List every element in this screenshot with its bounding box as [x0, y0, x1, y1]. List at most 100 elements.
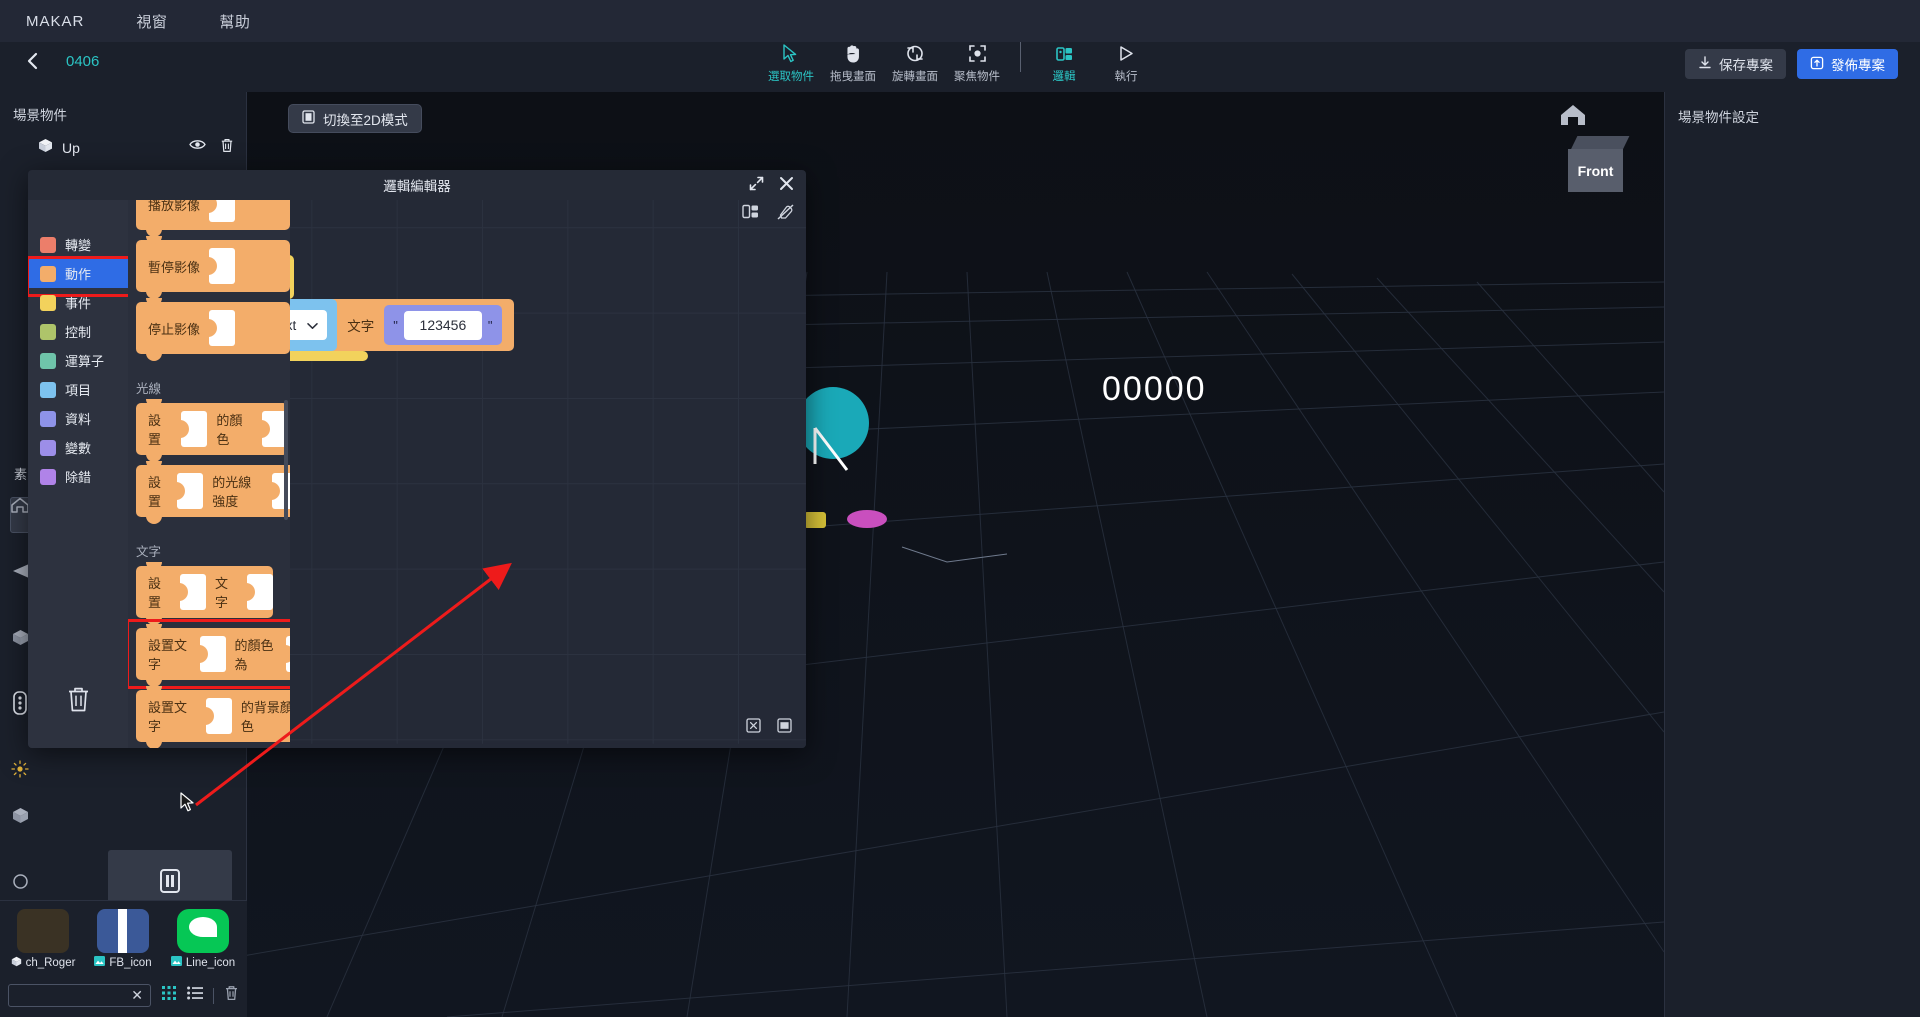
window-box-icon[interactable]: [777, 718, 792, 738]
block-socket[interactable]: [246, 574, 273, 610]
tool-pan-view[interactable]: 拖曳畫面: [822, 36, 884, 84]
image-icon: [170, 956, 182, 969]
category-swatch: [40, 352, 56, 369]
block-socket[interactable]: [208, 200, 236, 222]
block-socket[interactable]: [180, 411, 208, 447]
viewport-object-ellipse[interactable]: [847, 510, 887, 528]
view-cube-front[interactable]: Front: [1568, 149, 1623, 192]
tool-focus-object[interactable]: 聚焦物件: [946, 36, 1008, 84]
search-input[interactable]: ✕: [8, 984, 151, 1007]
close-icon[interactable]: [779, 176, 794, 194]
expand-icon[interactable]: [749, 176, 764, 194]
home-icon[interactable]: [1557, 100, 1589, 133]
palette-block-pause-video[interactable]: 暫停影像: [136, 236, 290, 299]
viewport-object-plane[interactable]: [804, 512, 826, 528]
category-swatch: [40, 468, 56, 485]
workspace-inner-object-block[interactable]: 字物件 Text: [290, 299, 338, 351]
block-socket[interactable]: [204, 698, 232, 734]
asset-item-ch-roger[interactable]: ch_Roger: [6, 909, 80, 970]
close-icon[interactable]: ✕: [131, 987, 143, 1004]
palette-block-set-text-color[interactable]: 設置文字 的顏色為: [128, 619, 290, 689]
category-data[interactable]: 資料: [28, 404, 128, 433]
asset-thumbnail[interactable]: [17, 909, 69, 953]
block-notch: [146, 624, 162, 632]
back-chevron-icon[interactable]: [22, 50, 44, 72]
flyout-scrollbar[interactable]: [284, 400, 288, 520]
dropdown-value: Text: [290, 317, 297, 333]
palette-block-play-video[interactable]: 播放影像: [136, 200, 290, 237]
block-canvas[interactable]: Text 字物件 Text: [290, 200, 806, 748]
block-socket[interactable]: [179, 574, 206, 610]
tool-select-object[interactable]: 選取物件: [760, 36, 822, 84]
layout-blocks-icon[interactable]: [742, 204, 759, 225]
palette-block-stop-video[interactable]: 停止影像: [136, 298, 290, 361]
project-name[interactable]: 0406: [66, 53, 99, 70]
tool-run[interactable]: 執行: [1095, 36, 1157, 84]
viewport-text-object[interactable]: 00000: [1102, 370, 1207, 409]
tool-label: 聚焦物件: [954, 71, 1000, 83]
category-event[interactable]: 事件: [28, 288, 128, 317]
scene-object-row-up[interactable]: Up: [0, 132, 246, 164]
eraser-slash-icon[interactable]: [777, 204, 794, 225]
toolbar-divider: [1020, 42, 1021, 72]
block-socket[interactable]: [176, 473, 204, 509]
block-notch: [146, 399, 162, 407]
quote-close: ": [487, 317, 493, 333]
rail-cube2-icon[interactable]: [0, 782, 40, 848]
logic-editor-titlebar: 邏輯編輯器: [28, 170, 806, 200]
block-flyout[interactable]: 播放影像 暫停影像 停止影像 光線 設置 的顏色 設置 的光線強度 文字 設置 …: [128, 200, 290, 748]
menu-brand[interactable]: MAKAR: [26, 13, 84, 30]
grid-view-icon[interactable]: [161, 985, 177, 1006]
trash-icon[interactable]: [220, 138, 234, 158]
block-socket[interactable]: [208, 310, 236, 346]
publish-project-button[interactable]: 發佈專案: [1797, 49, 1898, 79]
block-notch: [146, 562, 162, 570]
palette-block-set-color[interactable]: 設置 的顏色: [136, 399, 288, 462]
menu-item-window[interactable]: 視窗: [136, 11, 167, 32]
category-label: 資料: [65, 412, 92, 427]
workspace-block-set-text[interactable]: 字物件 Text 文字 " 123456 ": [290, 299, 514, 351]
switch-2d-mode-button[interactable]: 切換至2D模式: [288, 104, 422, 133]
category-item[interactable]: 項目: [28, 375, 128, 404]
view-cube[interactable]: Front: [1568, 136, 1630, 192]
viewport-object-shape[interactable]: [807, 422, 867, 482]
category-label: 動作: [65, 267, 92, 282]
palette-block-set-light-intensity[interactable]: 設置 的光線強度: [136, 461, 290, 524]
block-socket[interactable]: [208, 248, 236, 284]
workspace-string-block[interactable]: " 123456 ": [384, 305, 502, 345]
cube-icon: [11, 956, 22, 970]
asset-item-line-icon[interactable]: Line_icon: [166, 909, 240, 970]
trash-icon[interactable]: [66, 686, 91, 718]
list-view-icon[interactable]: [187, 986, 203, 1005]
delete-box-icon[interactable]: [746, 718, 761, 738]
workspace-block-event[interactable]: Text: [290, 255, 294, 299]
block-socket[interactable]: [198, 636, 226, 672]
asset-thumbnail[interactable]: [97, 909, 149, 953]
category-swatch: [40, 410, 56, 427]
menu-item-help[interactable]: 幫助: [219, 11, 250, 32]
category-debug[interactable]: 除錯: [28, 462, 128, 491]
block-label-after: 的顏色: [216, 413, 243, 447]
eye-icon[interactable]: [189, 138, 206, 158]
category-operator[interactable]: 運算子: [28, 346, 128, 375]
workspace-dropdown-text-object[interactable]: Text: [290, 310, 328, 340]
tool-logic[interactable]: 邏輯: [1033, 36, 1095, 84]
workspace-string-value[interactable]: 123456: [403, 310, 482, 340]
tool-rotate-view[interactable]: 旋轉畫面: [884, 36, 946, 84]
category-variable[interactable]: 變數: [28, 433, 128, 462]
scene-object-name: Up: [62, 140, 80, 156]
palette-block-set-text[interactable]: 設置 文字: [136, 562, 273, 625]
palette-block-set-text-background-color[interactable]: 設置文字 的背景顏色: [136, 686, 290, 748]
asset-item-fb-icon[interactable]: FB_icon: [86, 909, 160, 970]
category-control[interactable]: 控制: [28, 317, 128, 346]
category-action[interactable]: 動作: [28, 256, 136, 297]
workspace-block-strip[interactable]: [290, 351, 368, 361]
left-icon-rail-lower: [0, 782, 40, 914]
asset-thumbnail[interactable]: [177, 909, 229, 953]
trash-icon[interactable]: [224, 985, 239, 1006]
view-cube-top[interactable]: [1570, 136, 1630, 150]
category-transform[interactable]: 轉變: [28, 230, 128, 259]
block-notch: [146, 298, 162, 306]
tool-label: 選取物件: [768, 71, 814, 83]
save-project-button[interactable]: 保存專案: [1685, 49, 1786, 79]
